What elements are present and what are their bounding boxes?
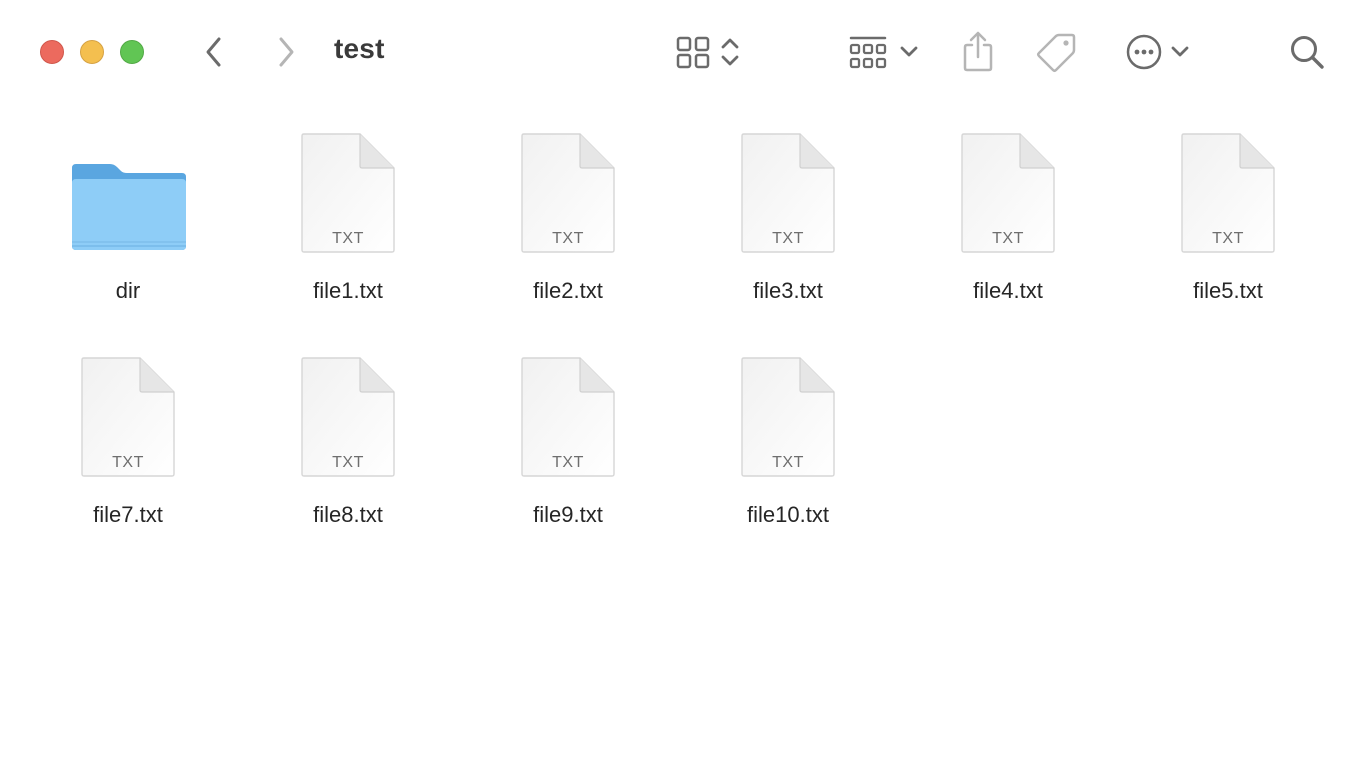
close-window-button[interactable] [40, 40, 64, 64]
file-type-badge: TXT [332, 454, 364, 471]
file-type-badge: TXT [992, 230, 1024, 247]
minimize-window-button[interactable] [80, 40, 104, 64]
file-type-badge: TXT [552, 230, 584, 247]
chevron-updown-icon [721, 38, 739, 66]
forward-button[interactable] [268, 32, 304, 72]
folder-item[interactable]: dir [18, 130, 238, 330]
item-name: file2.txt [533, 278, 603, 303]
zoom-window-button[interactable] [120, 40, 144, 64]
text-document-icon: TXT [718, 354, 858, 478]
item-name: file10.txt [747, 502, 829, 527]
window-title: test [334, 33, 385, 64]
file-item[interactable]: TXT file5.txt [1118, 130, 1338, 330]
file-item[interactable]: TXT file1.txt [238, 130, 458, 330]
chevron-left-icon [206, 37, 221, 67]
item-name: file9.txt [533, 502, 603, 527]
file-item[interactable]: TXT file4.txt [898, 130, 1118, 330]
text-document-icon: TXT [1158, 130, 1298, 254]
file-type-badge: TXT [332, 230, 364, 247]
share-icon [963, 31, 993, 72]
folder-icon [58, 130, 198, 254]
item-name: file1.txt [313, 278, 383, 303]
file-item[interactable]: TXT file8.txt [238, 354, 458, 554]
search-icon [1291, 36, 1324, 69]
text-document-icon: TXT [278, 130, 418, 254]
toolbar: test [0, 0, 1362, 104]
file-item[interactable]: TXT file9.txt [458, 354, 678, 554]
item-name: dir [115, 278, 141, 303]
grid-view-icon [676, 36, 710, 69]
more-actions-button[interactable] [1120, 30, 1196, 74]
chevron-right-icon [279, 37, 294, 67]
file-type-badge: TXT [772, 230, 804, 247]
item-name: file5.txt [1193, 278, 1263, 303]
file-item[interactable]: TXT file2.txt [458, 130, 678, 330]
tag-button[interactable] [1034, 30, 1080, 74]
finder-window: test dir TXT file1.txt TXT file2.txt TXT… [0, 0, 1362, 760]
item-name: file8.txt [313, 502, 383, 527]
text-document-icon: TXT [718, 130, 858, 254]
item-name: file4.txt [973, 278, 1043, 303]
group-by-icon [849, 36, 887, 69]
file-item[interactable]: TXT file10.txt [678, 354, 898, 554]
file-item[interactable]: TXT file7.txt [18, 354, 238, 554]
ellipsis-circle-icon [1126, 34, 1162, 70]
tag-icon [1037, 33, 1076, 72]
view-options-button[interactable] [668, 30, 748, 74]
file-type-badge: TXT [772, 454, 804, 471]
chevron-down-icon [1171, 46, 1189, 57]
text-document-icon: TXT [58, 354, 198, 478]
chevron-down-icon [900, 46, 918, 57]
text-document-icon: TXT [498, 354, 638, 478]
file-type-badge: TXT [552, 454, 584, 471]
file-type-badge: TXT [1212, 230, 1244, 247]
share-button[interactable] [956, 28, 1000, 74]
item-name: file3.txt [753, 278, 823, 303]
back-button[interactable] [196, 32, 232, 72]
text-document-icon: TXT [278, 354, 418, 478]
text-document-icon: TXT [498, 130, 638, 254]
file-type-badge: TXT [112, 454, 144, 471]
group-by-button[interactable] [844, 30, 924, 74]
item-name: file7.txt [93, 502, 163, 527]
text-document-icon: TXT [938, 130, 1078, 254]
file-item[interactable]: TXT file3.txt [678, 130, 898, 330]
search-button[interactable] [1286, 30, 1328, 74]
